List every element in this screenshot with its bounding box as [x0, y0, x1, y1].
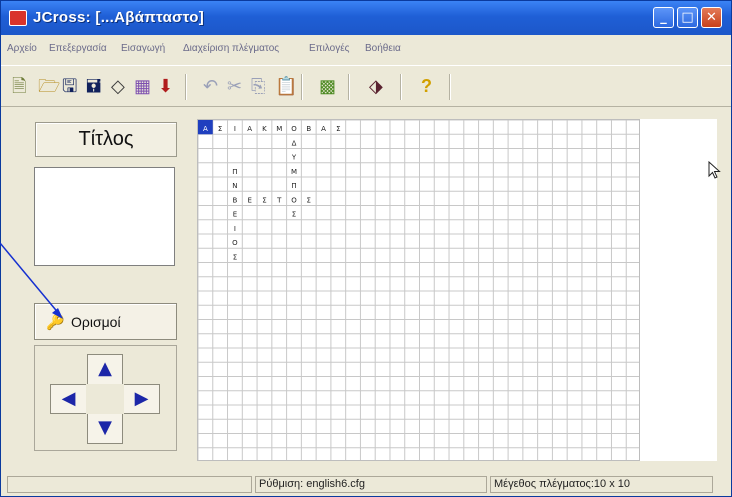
undo-icon[interactable]: ↶	[203, 77, 218, 95]
title-bar[interactable]: JCross: [...Αβάπταστο] _ □ ✕	[1, 1, 731, 35]
status-bar: Ρύθμιση: english6.cfg Μέγεθος πλέγματος:…	[1, 474, 731, 496]
save-icon[interactable]: 🖫	[62, 77, 77, 95]
grid-letter: Π	[232, 168, 237, 176]
menu-file[interactable]: Αρχείο	[7, 43, 37, 54]
grid-letter: Ο	[232, 239, 238, 247]
paste-icon[interactable]: 📋	[275, 77, 297, 95]
grid-canvas[interactable]: Α Σ Ι Α Κ Μ Ο Β Α ΣΔΥΜΠΟΣΠΝΒΕΙΟΣΕ Σ Τ Σ	[198, 120, 640, 461]
grid-letter: Κ	[262, 125, 267, 133]
copy-icon[interactable]: ⎘	[251, 77, 265, 95]
grid-letter: Α	[321, 125, 326, 133]
grid-icon[interactable]: ▦	[134, 77, 151, 95]
grid-letter: Α	[247, 125, 252, 133]
grid-letter: Ι	[234, 125, 236, 133]
grid-letter: Σ	[233, 253, 237, 261]
grid-letter: Β	[233, 196, 238, 204]
window-title: JCross: [...Αβάπταστο]	[33, 9, 205, 26]
definitions-button[interactable]: 🔑 Ορισμοί	[34, 303, 177, 340]
toolbar-separator	[301, 74, 303, 100]
menu-grid-management[interactable]: Διαχείριση πλέγματος	[183, 43, 279, 54]
export-icon[interactable]: ⬗	[369, 77, 383, 95]
key-icon: 🔑	[46, 314, 65, 331]
toolbar: 🗎 🗁 🖫 🖬 ◇ ▦ ⬇ ↶ ✂ ⎘ 📋 ▩ ⬗ ?	[1, 65, 731, 107]
close-button[interactable]: ✕	[701, 7, 722, 28]
grid-letter: Σ	[218, 125, 222, 133]
grid-letter: Σ	[262, 196, 266, 204]
grid-letter: Τ	[276, 196, 282, 204]
arrow-down-button[interactable]: ▼	[87, 414, 123, 444]
status-setting: Ρύθμιση: english6.cfg	[255, 476, 487, 493]
grid-letter: Ο	[291, 125, 297, 133]
arrow-up-button[interactable]: ▲	[87, 354, 123, 384]
toolbar-separator	[348, 74, 350, 100]
grid-letter: Ε	[233, 211, 237, 219]
arrow-pad: ▲ ◀ ▶ ▼	[34, 345, 177, 451]
save-as-icon[interactable]: 🖬	[86, 77, 101, 95]
toolbar-separator	[185, 74, 187, 100]
mouse-cursor-icon	[708, 161, 721, 179]
menu-options[interactable]: Επιλογές	[309, 43, 349, 54]
menu-bar: Αρχείο Επεξεργασία Εισαγωγή Διαχείριση π…	[1, 41, 731, 59]
help-icon[interactable]: ?	[421, 77, 432, 95]
app-window: JCross: [...Αβάπταστο] _ □ ✕ Αρχείο Επεξ…	[0, 0, 732, 497]
new-icon[interactable]: 🗎	[12, 77, 26, 95]
grid-letter: Σ	[307, 196, 311, 204]
cut-icon[interactable]: ✂	[227, 77, 242, 95]
automatic-grid-icon[interactable]: ▩	[319, 77, 336, 95]
definitions-button-label: Ορισμοί	[71, 314, 121, 330]
open-icon[interactable]: 🗁	[38, 77, 60, 95]
grid-letter: Α	[203, 125, 208, 133]
insert-icon[interactable]: ⬇	[158, 77, 173, 95]
grid-letter: Ι	[234, 225, 236, 233]
menu-help[interactable]: Βοήθεια	[365, 43, 401, 54]
title-text-box[interactable]	[34, 167, 175, 266]
arrow-left-button[interactable]: ◀	[50, 384, 86, 414]
app-icon[interactable]	[9, 10, 27, 26]
toolbar-separator	[400, 74, 402, 100]
grid-letter: Ε	[247, 196, 251, 204]
minimize-button[interactable]: _	[653, 7, 674, 28]
maximize-button[interactable]: □	[677, 7, 698, 28]
grid-letter: Β	[306, 125, 311, 133]
menu-edit[interactable]: Επεξεργασία	[49, 43, 107, 54]
grid-letter: Ν	[232, 182, 237, 190]
grid-letter: Μ	[276, 125, 282, 133]
arrow-right-button[interactable]: ▶	[124, 384, 160, 414]
grid-letter: Σ	[336, 125, 340, 133]
grid-canvas-margin	[640, 119, 717, 461]
grid-letter: Σ	[292, 211, 296, 219]
toolbar-separator	[449, 74, 451, 100]
clear-icon[interactable]: ◇	[111, 77, 125, 95]
grid-letter: Ο	[291, 196, 297, 204]
grid-letter: Δ	[292, 139, 297, 147]
grid-letter: Μ	[291, 168, 297, 176]
grid-letter: Π	[291, 182, 296, 190]
status-grid-size: Μέγεθος πλέγματος:10 x 10	[490, 476, 713, 493]
grid-letter: Υ	[291, 154, 297, 162]
menu-insert[interactable]: Εισαγωγή	[121, 43, 165, 54]
crossword-grid[interactable]: ΑΣΙΑΚΜΟΒΑΣΔΥΜΠΟΣΠΝΒΕΙΟΣΕΣΤΣ	[197, 119, 640, 461]
status-panel-empty	[7, 476, 252, 493]
title-button[interactable]: Τίτλος	[35, 122, 177, 157]
